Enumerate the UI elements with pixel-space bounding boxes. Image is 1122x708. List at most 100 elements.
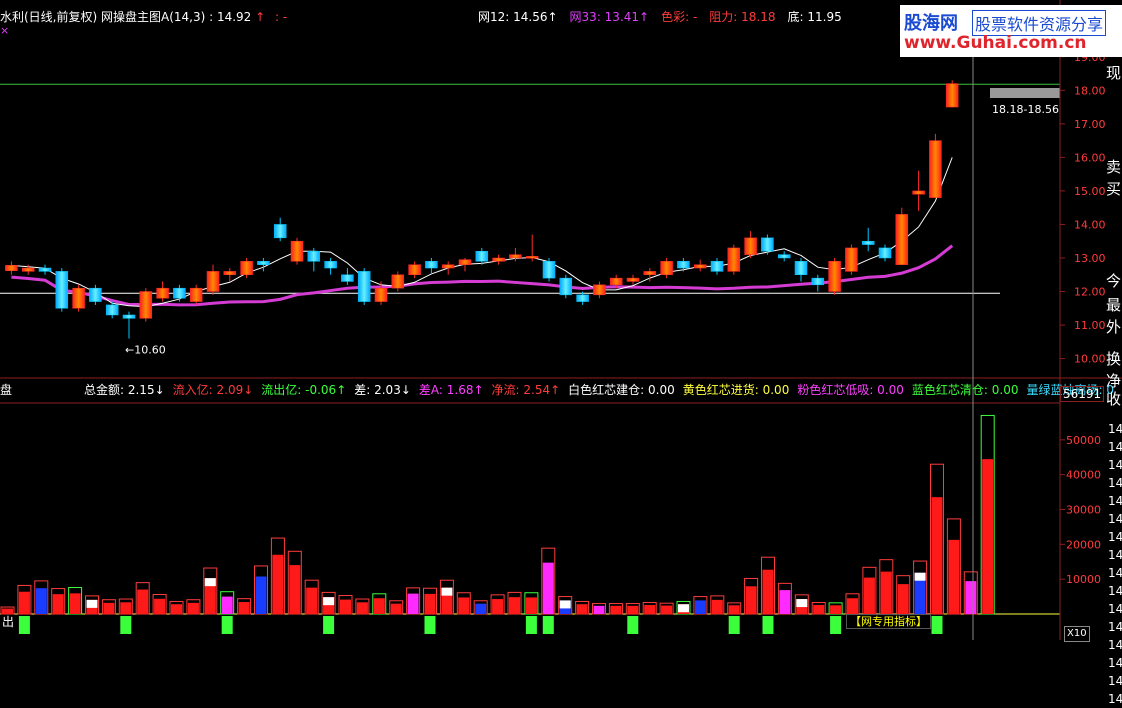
volume-tick-label: 10000 [1066, 573, 1101, 586]
header-value-1: 网33: 13.41↑ [569, 10, 650, 24]
volume-bar [458, 597, 470, 614]
sidebar-price-2: 14 [1108, 458, 1122, 472]
sidebar-price-11: 14 [1108, 620, 1122, 634]
candle-body [189, 287, 203, 302]
volume-bar [965, 581, 977, 614]
outflow-bar [221, 616, 233, 634]
candle-body [811, 277, 825, 286]
volume-bar [813, 605, 825, 614]
volume-bar [525, 597, 537, 614]
outflow-bar [525, 616, 537, 634]
close-icon[interactable]: × [0, 24, 9, 38]
volume-bar [407, 593, 419, 614]
outflow-bar [323, 616, 335, 634]
volume-indicator-value-6: 白色红芯建仓: 0.00 [568, 383, 675, 397]
indicator-values-bar: 网12: 14.56↑ 网33: 13.41↑ 色彩: - 阻力: 18.18 底: 1… [478, 10, 854, 24]
volume-bar [475, 603, 487, 614]
stock-chart[interactable]: ←10.6018.18-18.56 19.0018.0017.0016.0015… [0, 0, 1122, 640]
price-tick-label: 14.00 [1074, 218, 1106, 231]
volume-bar [390, 603, 402, 614]
volume-indicator-bar: 总金额: 2.15↓ 流入亿: 2.09↓ 流出亿: -0.06↑ 差: 2.03↓ 差… [84, 383, 1122, 397]
price-tick-label: 10.00 [1074, 353, 1106, 366]
volume-bar-white-cap [323, 597, 335, 606]
price-panel[interactable]: ←10.60 18.18-18.56 [5, 80, 1060, 356]
price-tick-label: 16.00 [1074, 151, 1106, 164]
volume-bar-white-cap [441, 587, 453, 596]
stock-title-bar: 水利(日线,前复权) 网操盘主图A(14,3) : 14.92 ↑ : - [0, 10, 287, 24]
volume-bar [18, 591, 30, 614]
volume-tick-label: 40000 [1066, 469, 1101, 482]
outflow-bar [931, 616, 943, 634]
volume-bar [238, 602, 250, 614]
candle-body [307, 251, 321, 262]
candle-body [257, 261, 270, 265]
candle-body [72, 287, 85, 309]
volume-bar [897, 584, 909, 614]
outflow-bar [728, 616, 740, 634]
volume-bar [356, 602, 368, 614]
candle-body [542, 261, 556, 279]
sidebar-label-5: 外 [1106, 318, 1122, 336]
candle-body [878, 247, 892, 259]
volume-bar [982, 459, 994, 614]
stock-title: 水利(日线,前复权) 网操盘主图A(14,3) : 14.92 [0, 10, 252, 24]
volume-bar [610, 605, 622, 614]
outflow-bar [830, 616, 842, 634]
range-label: 18.18-18.56 [992, 103, 1059, 116]
volume-bar [340, 599, 351, 614]
volume-bar [35, 588, 47, 614]
volume-bar [69, 593, 81, 614]
current-price-marker [990, 88, 1060, 98]
candle-body [761, 237, 774, 252]
candle-body [744, 237, 757, 255]
candle-body [945, 83, 959, 108]
volume-bar [948, 539, 960, 614]
candle-body [21, 267, 35, 272]
candle-body [425, 261, 438, 269]
volume-indicator-value-1: 流入亿: 2.09↓ [172, 383, 254, 397]
sidebar-price-14: 14 [1108, 674, 1122, 688]
volume-indicator-value-9: 蓝色红芯清仓: 0.00 [911, 383, 1019, 397]
candle-body [391, 274, 405, 289]
candle-body [861, 240, 875, 245]
candle-body [240, 261, 253, 275]
sidebar-price-12: 14 [1108, 638, 1122, 652]
sidebar-price-7: 14 [1108, 548, 1122, 562]
candle-body [794, 261, 808, 275]
volume-value-box: 56191 [1060, 386, 1105, 402]
candle-body [206, 271, 220, 292]
candle-body [626, 277, 640, 282]
low-price-label: ←10.60 [125, 343, 166, 356]
volume-panel-name: 盘 [0, 383, 13, 397]
volume-bar-white-cap [678, 604, 689, 613]
candle-body [643, 271, 657, 275]
volume-indicator-value-8: 粉色红芯低吸: 0.00 [797, 383, 904, 397]
sidebar-label-7: 净 [1106, 372, 1122, 390]
candle-body [912, 190, 925, 195]
sidebar-label-1: 卖 [1106, 158, 1122, 176]
candle-body [525, 256, 539, 259]
volume-indicator-value-7: 黄色红芯进货: 0.00 [682, 383, 790, 397]
volume-bar [593, 605, 605, 614]
sidebar-label-0: 现 [1106, 64, 1122, 82]
volume-bar [154, 598, 166, 614]
indicator-tag[interactable]: 【网专用指标】 [846, 614, 931, 629]
price-tick-label: 13.00 [1074, 252, 1106, 265]
candle-body [693, 264, 707, 269]
candle-body [492, 257, 505, 262]
volume-bar [576, 604, 588, 614]
volume-bar [694, 600, 706, 614]
stock-extra: : - [275, 10, 288, 24]
candle-body [509, 254, 522, 259]
outflow-bar [18, 616, 30, 634]
volume-bar [272, 554, 284, 614]
price-tick-label: 11.00 [1074, 319, 1106, 332]
volume-bar [661, 605, 673, 614]
sidebar-price-5: 14 [1108, 512, 1122, 526]
volume-bar [830, 605, 842, 614]
volume-bar [762, 569, 774, 614]
candle-body [475, 251, 489, 262]
sidebar-price-10: 14 [1108, 602, 1122, 616]
volume-panel[interactable] [0, 414, 1060, 634]
sidebar-price-3: 14 [1108, 476, 1122, 490]
